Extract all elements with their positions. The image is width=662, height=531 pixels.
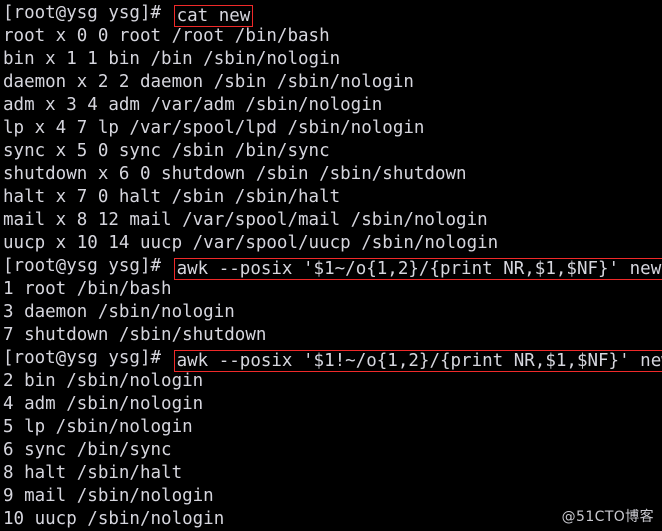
shell-prompt: [root@ysg ysg]# [3, 348, 172, 368]
terminal-output-line: mail x 8 12 mail /var/spool/mail /sbin/n… [3, 209, 662, 232]
terminal-output-line: lp x 4 7 lp /var/spool/lpd /sbin/nologin [3, 117, 662, 140]
terminal-output-line: shutdown x 6 0 shutdown /sbin /sbin/shut… [3, 163, 662, 186]
output-text: 3 daemon /sbin/nologin [3, 302, 235, 322]
output-text: 2 bin /sbin/nologin [3, 371, 204, 391]
terminal-output-line: 4 adm /sbin/nologin [3, 393, 662, 416]
highlighted-command: cat new [173, 5, 254, 27]
terminal-output-line: 6 sync /bin/sync [3, 439, 662, 462]
highlighted-command: awk --posix '$1!~/o{1,2}/{print NR,$1,$N… [173, 350, 662, 372]
output-text: uucp x 10 14 uucp /var/spool/uucp /sbin/… [3, 233, 499, 253]
terminal-output-line: daemon x 2 2 daemon /sbin /sbin/nologin [3, 71, 662, 94]
output-text: bin x 1 1 bin /bin /sbin/nologin [3, 49, 341, 69]
output-text: adm x 3 4 adm /var/adm /sbin/nologin [3, 95, 383, 115]
watermark-label: @51CTO博客 [561, 509, 654, 525]
output-text: sync x 5 0 sync /sbin /bin/sync [3, 141, 330, 161]
terminal-command-line: [root@ysg ysg]# awk --posix '$1~/o{1,2}/… [3, 255, 662, 280]
terminal-output-line: 8 halt /sbin/halt [3, 462, 662, 485]
terminal-output-line: 7 shutdown /sbin/shutdown [3, 324, 662, 347]
terminal-output-line: 9 mail /sbin/nologin [3, 485, 662, 508]
terminal-output-line: sync x 5 0 sync /sbin /bin/sync [3, 140, 662, 163]
output-text: lp x 4 7 lp /var/spool/lpd /sbin/nologin [3, 118, 425, 138]
output-text: halt x 7 0 halt /sbin /sbin/halt [3, 187, 341, 207]
terminal-output-line: root x 0 0 root /root /bin/bash [3, 25, 662, 48]
terminal-output-line: uucp x 10 14 uucp /var/spool/uucp /sbin/… [3, 232, 662, 255]
highlighted-command: awk --posix '$1~/o{1,2}/{print NR,$1,$NF… [173, 258, 662, 280]
output-text: 4 adm /sbin/nologin [3, 394, 204, 414]
output-text: mail x 8 12 mail /var/spool/mail /sbin/n… [3, 210, 488, 230]
terminal-window[interactable]: [root@ysg ysg]# cat new root x 0 0 root /… [0, 0, 662, 531]
terminal-output-line: halt x 7 0 halt /sbin /sbin/halt [3, 186, 662, 209]
output-text: 7 shutdown /sbin/shutdown [3, 325, 267, 345]
terminal-output-line: 2 bin /sbin/nologin [3, 370, 662, 393]
terminal-command-line: [root@ysg ysg]# awk --posix '$1!~/o{1,2}… [3, 347, 662, 372]
terminal-output-line: bin x 1 1 bin /bin /sbin/nologin [3, 48, 662, 71]
output-text: shutdown x 6 0 shutdown /sbin /sbin/shut… [3, 164, 467, 184]
terminal-output-line: 5 lp /sbin/nologin [3, 416, 662, 439]
output-text: root x 0 0 root /root /bin/bash [3, 26, 330, 46]
shell-prompt: [root@ysg ysg]# [3, 3, 172, 23]
terminal-output-line: 1 root /bin/bash [3, 278, 662, 301]
output-text: 8 halt /sbin/halt [3, 463, 183, 483]
output-text: 10 uucp /sbin/nologin [3, 509, 225, 529]
shell-prompt: [root@ysg ysg]# [3, 256, 172, 276]
output-text: 1 root /bin/bash [3, 279, 172, 299]
terminal-output-line: 3 daemon /sbin/nologin [3, 301, 662, 324]
output-text: daemon x 2 2 daemon /sbin /sbin/nologin [3, 72, 414, 92]
output-text: 6 sync /bin/sync [3, 440, 172, 460]
output-text: 9 mail /sbin/nologin [3, 486, 214, 506]
output-text: 5 lp /sbin/nologin [3, 417, 193, 437]
terminal-command-line: [root@ysg ysg]# cat new [3, 2, 662, 27]
terminal-output-line: adm x 3 4 adm /var/adm /sbin/nologin [3, 94, 662, 117]
